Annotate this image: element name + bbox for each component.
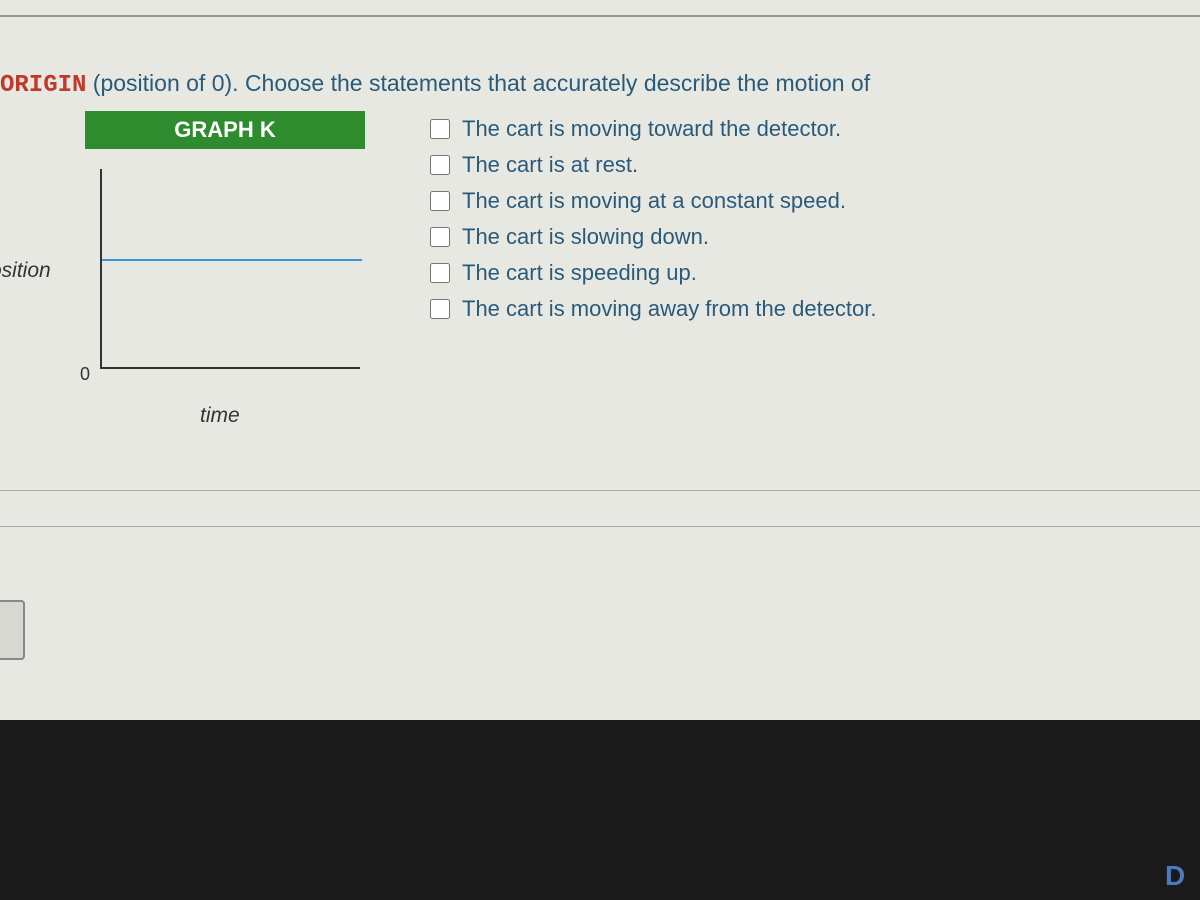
choice-checkbox-2[interactable] [430, 191, 450, 211]
choice-label[interactable]: The cart is moving toward the detector. [462, 116, 841, 142]
choice-label[interactable]: The cart is at rest. [462, 152, 638, 178]
top-divider [0, 15, 1200, 17]
question-suffix: (position of 0). Choose the statements t… [86, 70, 870, 96]
content-area: ORIGIN (position of 0). Choose the state… [0, 60, 1200, 419]
divider-line [0, 526, 1200, 527]
origin-label: 0 [80, 364, 90, 385]
choices-section: The cart is moving toward the detector. … [420, 111, 877, 332]
choice-label[interactable]: The cart is moving at a constant speed. [462, 188, 846, 214]
graph-axes [100, 169, 360, 369]
choice-checkbox-3[interactable] [430, 227, 450, 247]
choice-item: The cart is moving away from the detecto… [430, 296, 877, 322]
choice-label[interactable]: The cart is moving away from the detecto… [462, 296, 877, 322]
main-content: GRAPH K osition 0 time The cart is movin… [0, 111, 1200, 409]
choice-item: The cart is speeding up. [430, 260, 877, 286]
choice-label[interactable]: The cart is slowing down. [462, 224, 709, 250]
choice-checkbox-1[interactable] [430, 155, 450, 175]
choice-item: The cart is moving at a constant speed. [430, 188, 877, 214]
origin-word: ORIGIN [0, 72, 86, 99]
choice-checkbox-0[interactable] [430, 119, 450, 139]
divider-line [0, 490, 1200, 491]
bottom-dividers [0, 490, 1200, 562]
choice-item: The cart is moving toward the detector. [430, 116, 877, 142]
graph-section: GRAPH K osition 0 time [0, 111, 420, 409]
corner-icon: D [1165, 860, 1195, 890]
graph-container: osition 0 time [0, 159, 420, 409]
choice-item: The cart is slowing down. [430, 224, 877, 250]
bottom-bar [0, 720, 1200, 900]
choice-checkbox-5[interactable] [430, 299, 450, 319]
choice-label[interactable]: The cart is speeding up. [462, 260, 697, 286]
x-axis-label: time [200, 404, 240, 428]
choice-item: The cart is at rest. [430, 152, 877, 178]
question-text: ORIGIN (position of 0). Choose the state… [0, 70, 1200, 99]
graph-data-line [102, 259, 362, 261]
side-panel-toggle[interactable] [0, 600, 25, 660]
y-axis-label: osition [0, 259, 51, 283]
choice-checkbox-4[interactable] [430, 263, 450, 283]
graph-title: GRAPH K [85, 111, 365, 149]
